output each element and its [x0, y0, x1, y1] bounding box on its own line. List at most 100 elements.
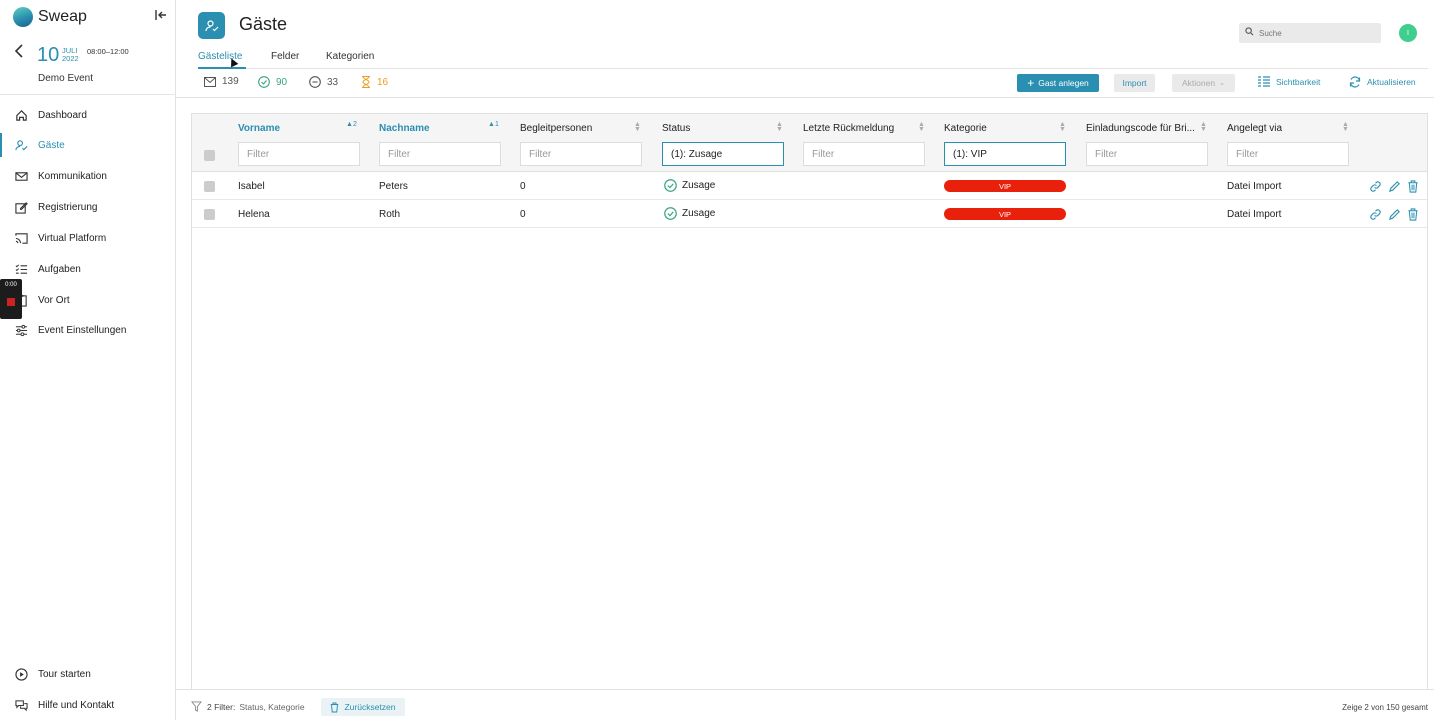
- cell-vorname: Isabel: [238, 181, 265, 192]
- trash-icon[interactable]: [1407, 208, 1419, 224]
- check-circle-icon: [664, 179, 677, 192]
- sort-arrows-icon[interactable]: ▲ ▼: [634, 121, 641, 133]
- link-icon[interactable]: [1369, 180, 1382, 196]
- sidebar-item-virtual-platform[interactable]: Virtual Platform: [0, 226, 176, 250]
- refresh-label: Aktualisieren: [1367, 77, 1416, 87]
- edit-icon[interactable]: [1388, 180, 1401, 196]
- sidebar-item-tour-starten[interactable]: Tour starten: [0, 662, 176, 686]
- collapse-sidebar-icon[interactable]: [155, 9, 167, 24]
- guests-page-icon: [198, 12, 225, 39]
- sliders-icon: [14, 323, 28, 337]
- filter-angelegt-via[interactable]: [1227, 142, 1349, 166]
- sidebar-divider: [0, 94, 176, 95]
- column-header-letzte-rueckmeldung[interactable]: Letzte Rückmeldung: [803, 123, 894, 134]
- refresh-button[interactable]: Aktualisieren: [1349, 76, 1416, 88]
- row-checkbox[interactable]: [204, 181, 215, 192]
- filter-names: Status, Kategorie: [239, 701, 305, 712]
- add-guest-label: Gast anlegen: [1038, 78, 1089, 88]
- sidebar-item-event-einstellungen[interactable]: Event Einstellungen: [0, 318, 176, 342]
- sort-asc-indicator[interactable]: ▲1: [488, 121, 499, 128]
- filter-status[interactable]: [662, 142, 784, 166]
- user-check-icon: [14, 138, 28, 152]
- filter-letzte-rueckmeldung[interactable]: [803, 142, 925, 166]
- column-header-nachname[interactable]: Nachname: [379, 123, 430, 134]
- trash-icon: [330, 702, 339, 713]
- table-row[interactable]: Helena Roth 0 Zusage VIP Datei Import: [192, 200, 1427, 228]
- stat-invited[interactable]: 139: [204, 76, 239, 87]
- record-stop-icon[interactable]: [7, 298, 15, 306]
- filter-nachname[interactable]: [379, 142, 501, 166]
- columns-icon: [1258, 76, 1270, 87]
- play-circle-icon: [14, 667, 28, 681]
- event-date-day: 10: [37, 44, 60, 66]
- visibility-button[interactable]: Sichtbarkeit: [1258, 76, 1320, 87]
- back-arrow-icon[interactable]: [14, 44, 24, 63]
- filter-vorname[interactable]: [238, 142, 360, 166]
- row-checkbox[interactable]: [204, 209, 215, 220]
- sort-arrows-icon[interactable]: ▲ ▼: [1059, 121, 1066, 133]
- sidebar-item-registrierung[interactable]: Registrierung: [0, 195, 176, 219]
- sidebar-item-label: Event Einstellungen: [38, 324, 127, 336]
- sidebar-item-hilfe-kontakt[interactable]: Hilfe und Kontakt: [0, 693, 176, 717]
- category-badge: VIP: [944, 208, 1066, 220]
- status-label: Zusage: [682, 180, 716, 191]
- filter-einladungscode[interactable]: [1086, 142, 1208, 166]
- stat-pending[interactable]: 16: [361, 76, 388, 88]
- search-input[interactable]: [1259, 28, 1369, 38]
- sort-asc-indicator[interactable]: ▲2: [346, 121, 357, 128]
- sidebar-item-aufgaben[interactable]: Aufgaben: [0, 257, 176, 281]
- import-button[interactable]: Import: [1114, 74, 1155, 92]
- row-actions: [1369, 180, 1419, 196]
- refresh-icon: [1349, 76, 1361, 88]
- sort-arrows-icon[interactable]: ▲ ▼: [1200, 121, 1207, 133]
- tab-felder[interactable]: Felder: [271, 51, 299, 62]
- cell-begleitpersonen: 0: [520, 209, 526, 220]
- event-date-month: JULI 2022: [62, 47, 79, 63]
- stat-declined[interactable]: 33: [309, 76, 338, 88]
- reset-filters-button[interactable]: Zurücksetzen: [321, 698, 405, 716]
- sidebar-item-gaeste[interactable]: Gäste: [0, 133, 176, 157]
- filter-kategorie[interactable]: [944, 142, 1066, 166]
- cell-vorname: Helena: [238, 209, 270, 220]
- sort-arrows-icon[interactable]: ▲ ▼: [1342, 121, 1349, 133]
- sort-arrows-icon[interactable]: ▲ ▼: [776, 121, 783, 133]
- trash-icon[interactable]: [1407, 180, 1419, 196]
- list-check-icon: [14, 262, 28, 276]
- filter-icon: [191, 701, 202, 712]
- actions-dropdown[interactable]: Aktionen ⌄: [1172, 74, 1235, 92]
- edit-icon[interactable]: [1388, 208, 1401, 224]
- link-icon[interactable]: [1369, 208, 1382, 224]
- column-header-status[interactable]: Status: [662, 123, 690, 134]
- edit-icon: [14, 200, 28, 214]
- stat-declined-count: 33: [327, 76, 339, 88]
- select-all-checkbox[interactable]: [204, 150, 215, 161]
- table-row[interactable]: Isabel Peters 0 Zusage VIP Datei Import: [192, 172, 1427, 200]
- column-header-einladungscode[interactable]: Einladungscode für Bri...: [1086, 123, 1195, 134]
- column-header-begleitpersonen[interactable]: Begleitpersonen: [520, 123, 592, 134]
- add-guest-button[interactable]: + Gast anlegen: [1017, 74, 1099, 92]
- tab-kategorien[interactable]: Kategorien: [326, 51, 374, 62]
- sort-arrows-icon[interactable]: ▲ ▼: [918, 121, 925, 133]
- hourglass-icon: [361, 76, 371, 88]
- footer-divider: [176, 689, 1434, 690]
- column-header-kategorie[interactable]: Kategorie: [944, 123, 987, 134]
- stat-accepted[interactable]: 90: [258, 76, 287, 88]
- avatar[interactable]: I: [1399, 24, 1417, 42]
- logo[interactable]: Sweap: [13, 7, 87, 27]
- sidebar-item-kommunikation[interactable]: Kommunikation: [0, 164, 176, 188]
- event-year: 2022: [62, 54, 79, 63]
- cell-status: Zusage: [664, 179, 715, 192]
- search-box[interactable]: [1239, 23, 1381, 43]
- guest-table: Vorname ▲2 Nachname ▲1 Begleitpersonen ▲…: [191, 113, 1428, 689]
- tabs-divider: [198, 68, 1428, 69]
- sidebar-item-label: Registrierung: [38, 201, 98, 213]
- sidebar-item-label: Hilfe und Kontakt: [38, 699, 115, 711]
- sidebar-item-dashboard[interactable]: Dashboard: [0, 103, 176, 127]
- filter-begleitpersonen[interactable]: [520, 142, 642, 166]
- search-icon: [1245, 27, 1254, 39]
- column-header-angelegt-via[interactable]: Angelegt via: [1227, 123, 1282, 134]
- column-header-vorname[interactable]: Vorname: [238, 123, 280, 134]
- home-icon: [14, 108, 28, 122]
- sidebar-item-vor-ort[interactable]: Vor Ort: [0, 288, 176, 312]
- screen-recorder-widget[interactable]: 0:00: [0, 279, 22, 319]
